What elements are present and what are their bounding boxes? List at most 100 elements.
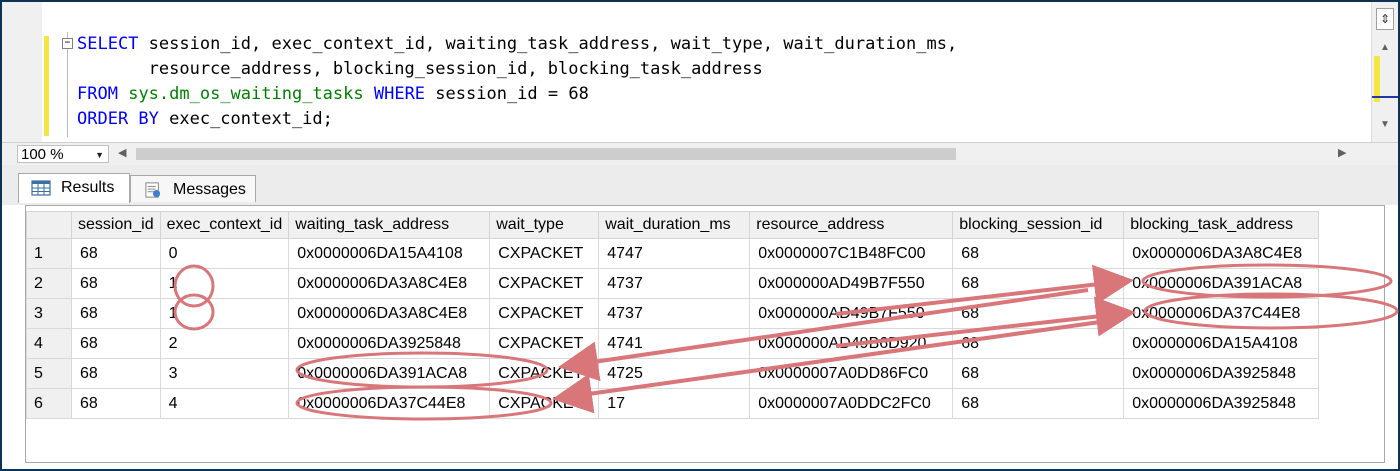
tab-results-label: Results <box>61 179 115 196</box>
table-cell: 68 <box>71 328 161 359</box>
results-table: session_id exec_context_id waiting_task_ad… <box>26 211 1320 419</box>
table-cell: 0x0000006DA15A4108 <box>1123 328 1320 359</box>
table-cell: CXPACKET <box>489 388 600 419</box>
table-cell: 0x0000006DA3925848 <box>288 328 491 359</box>
scroll-right-icon[interactable]: ▶ <box>1338 146 1346 159</box>
grid-icon <box>31 180 51 196</box>
ssms-window: − SELECT session_id, exec_context_id, wa… <box>0 0 1400 471</box>
sql-code[interactable]: SELECT session_id, exec_context_id, wait… <box>77 32 957 132</box>
results-grid[interactable]: session_id exec_context_id waiting_task_ad… <box>25 205 1385 463</box>
query-editor[interactable]: − SELECT session_id, exec_context_id, wa… <box>2 2 1398 142</box>
table-row[interactable]: 4 68 2 0x0000006DA3925848 CXPACKET 4741 0x0000… <box>26 328 1320 359</box>
code-line[interactable]: ORDER BY exec_context_id; <box>77 107 957 132</box>
table-cell: 0x0000006DA391ACA8 <box>1123 268 1320 299</box>
table-cell: 3 <box>159 358 290 389</box>
table-cell: 68 <box>952 358 1125 389</box>
scroll-down-icon[interactable]: ▼ <box>1380 119 1390 130</box>
row-number[interactable]: 1 <box>26 238 72 269</box>
table-cell: CXPACKET <box>489 358 600 389</box>
table-cell: 4741 <box>598 328 751 359</box>
row-number[interactable]: 6 <box>26 388 72 419</box>
column-header[interactable]: blocking_task_address <box>1123 211 1320 239</box>
table-cell: 0x0000006DA37C44E8 <box>1123 298 1320 329</box>
sql-keyword: SELECT <box>77 34 139 54</box>
collapse-icon[interactable]: − <box>62 38 73 49</box>
table-cell: CXPACKET <box>489 298 600 329</box>
header-row: session_id exec_context_id waiting_task_ad… <box>26 211 1320 239</box>
table-row[interactable]: 6 68 4 0x0000006DA37C44E8 CXPACKET 17 0x000000… <box>26 388 1320 419</box>
table-cell: 68 <box>71 358 161 389</box>
table-cell: 1 <box>159 268 290 299</box>
table-cell: 68 <box>71 298 161 329</box>
sql-keyword: WHERE <box>373 84 426 104</box>
table-cell: 4725 <box>598 358 751 389</box>
sql-text: session_id, exec_context_id, waiting_tas… <box>138 34 958 54</box>
tab-messages[interactable]: Messages <box>130 175 256 202</box>
table-cell: 0x0000006DA3A8C4E8 <box>288 268 491 299</box>
sql-text: resource_address, blocking_session_id, b… <box>77 59 763 79</box>
column-header[interactable]: wait_type <box>489 211 600 239</box>
code-line[interactable]: FROM sys.dm_os_waiting_tasks WHERE sessi… <box>77 82 957 107</box>
code-line[interactable]: resource_address, blocking_session_id, b… <box>77 57 957 82</box>
row-number[interactable]: 3 <box>26 298 72 329</box>
column-header[interactable]: waiting_task_address <box>288 211 491 239</box>
table-cell: 68 <box>71 238 161 269</box>
table-row[interactable]: 1 68 0 0x0000006DA15A4108 CXPACKET 4747 0x0000… <box>26 238 1320 269</box>
table-cell: 0x0000007A0DD86FC0 <box>749 358 954 389</box>
sql-text: session_id = 68 <box>425 84 589 104</box>
tab-messages-label: Messages <box>173 181 246 198</box>
code-line[interactable]: SELECT session_id, exec_context_id, wait… <box>77 32 957 57</box>
row-number[interactable]: 4 <box>26 328 72 359</box>
scroll-left-icon[interactable]: ◀ <box>118 146 126 159</box>
table-cell: 68 <box>952 388 1125 419</box>
sql-object-name: sys.dm_os_waiting_tasks <box>128 84 364 104</box>
table-cell: 1 <box>159 298 290 329</box>
table-row[interactable]: 3 68 1 0x0000006DA3A8C4E8 CXPACKET 4737 0x0000… <box>26 298 1320 329</box>
row-number[interactable]: 5 <box>26 358 72 389</box>
table-cell: 0x000000AD49B6D920 <box>749 328 954 359</box>
column-header[interactable]: session_id <box>71 211 161 239</box>
scroll-up-icon[interactable]: ▲ <box>1380 42 1390 53</box>
table-cell: 0x000000AD49B7F550 <box>749 268 954 299</box>
table-cell: 4737 <box>598 268 751 299</box>
messages-icon <box>145 182 161 198</box>
zoom-dropdown[interactable]: 100 % ▼ <box>17 145 109 163</box>
table-cell: 0x0000006DA3A8C4E8 <box>1123 238 1320 269</box>
sql-keyword: FROM <box>77 84 118 104</box>
column-header[interactable]: wait_duration_ms <box>598 211 751 239</box>
table-row[interactable]: 5 68 3 0x0000006DA391ACA8 CXPACKET 4725 0x0000… <box>26 358 1320 389</box>
editor-margin <box>2 2 42 142</box>
table-row[interactable]: 2 68 1 0x0000006DA3A8C4E8 CXPACKET 4737 0x0000… <box>26 268 1320 299</box>
table-cell: 68 <box>952 328 1125 359</box>
table-cell: CXPACKET <box>489 328 600 359</box>
chevron-down-icon: ▼ <box>95 150 104 160</box>
results-tabs: Results Messages <box>2 165 1398 205</box>
grid-corner[interactable] <box>26 211 72 239</box>
tab-results[interactable]: Results <box>18 173 130 203</box>
split-editor-icon[interactable]: ⇕ <box>1376 8 1394 30</box>
table-cell: 68 <box>71 388 161 419</box>
table-cell: 0x0000006DA3925848 <box>1123 358 1320 389</box>
table-cell: 4747 <box>598 238 751 269</box>
row-number[interactable]: 2 <box>26 268 72 299</box>
caret-marker <box>1372 96 1398 98</box>
table-cell: 68 <box>952 268 1125 299</box>
table-cell: 68 <box>71 268 161 299</box>
table-cell: 4 <box>159 388 290 419</box>
table-cell: 0x0000006DA37C44E8 <box>288 388 491 419</box>
table-cell: 17 <box>598 388 751 419</box>
sql-text: exec_context_id; <box>158 109 333 129</box>
column-header[interactable]: resource_address <box>749 211 954 239</box>
sql-keyword: ORDER BY <box>77 109 159 129</box>
table-cell: 4737 <box>598 298 751 329</box>
table-cell: 0x0000007C1B48FC00 <box>749 238 954 269</box>
horizontal-scroll-thumb[interactable] <box>136 148 956 160</box>
editor-status-row: 100 % ▼ ◀ ▶ <box>2 142 1398 165</box>
column-header[interactable]: blocking_session_id <box>952 211 1125 239</box>
table-cell: 68 <box>952 298 1125 329</box>
column-header[interactable]: exec_context_id <box>159 211 290 239</box>
editor-vertical-scrollbar[interactable]: ⇕ ▲ ▼ <box>1371 2 1398 142</box>
table-cell: 0x0000006DA3925848 <box>1123 388 1320 419</box>
